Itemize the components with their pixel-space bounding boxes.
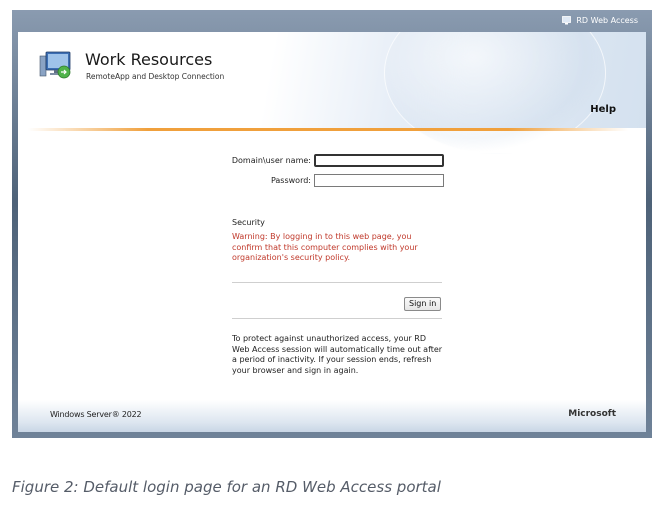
header-divider [28,128,628,131]
help-link[interactable]: Help [590,104,616,115]
password-field[interactable] [314,174,444,187]
globe-decoration [384,32,606,154]
session-timeout-notice: To protect against unauthorized access, … [232,334,443,375]
divider-top [232,282,442,283]
rdwa-page: Work Resources RemoteApp and Desktop Con… [18,32,646,432]
page-subtitle: RemoteApp and Desktop Connection [86,72,225,81]
microsoft-logo: Microsoft [568,409,616,419]
divider-bottom [232,318,442,319]
username-field[interactable] [314,154,444,167]
rdwa-icon [562,16,572,25]
security-label: Security [232,218,265,227]
rd-web-access-link[interactable]: RD Web Access [562,16,638,25]
figure-caption: Figure 2: Default login page for an RD W… [12,478,441,496]
page-footer: Windows Server® 2022 Microsoft [18,400,646,432]
security-warning: Warning: By logging in to this web page,… [232,232,418,262]
password-label: Password: [270,176,311,185]
browser-frame: RD Web Access Work Resources RemoteApp a… [12,10,652,438]
remote-desktop-icon [38,46,74,82]
username-label: Domain\user name: [231,156,311,165]
page-header: Work Resources RemoteApp and Desktop Con… [18,32,646,154]
windows-server-logo: Windows Server® 2022 [50,410,142,419]
page-title: Work Resources [85,50,213,69]
rd-web-access-label: RD Web Access [576,16,638,25]
sign-in-button[interactable]: Sign in [404,297,442,311]
